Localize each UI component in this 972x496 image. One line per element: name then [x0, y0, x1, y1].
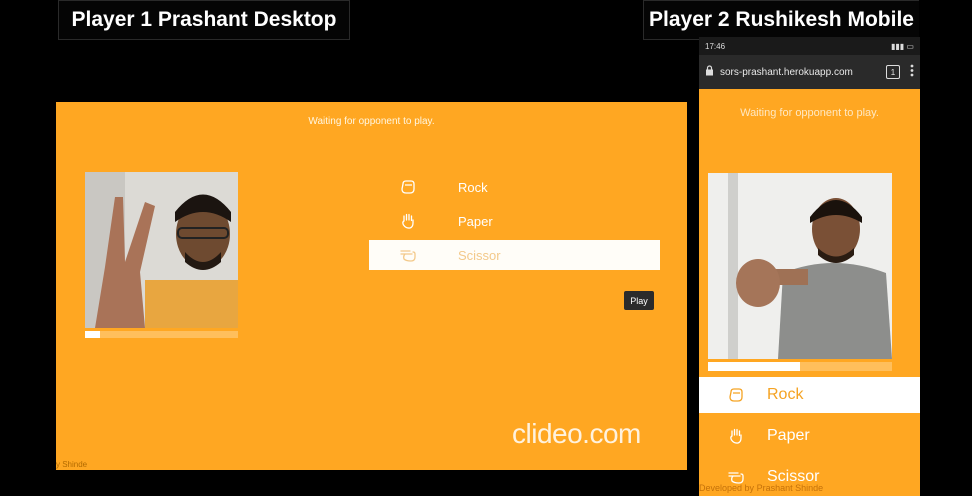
credit-prefix: Developed by: [699, 483, 755, 493]
scissor-hand-icon: [398, 247, 418, 263]
desktop-webcam-feed: [85, 172, 238, 328]
rock-hand-icon: [725, 386, 747, 404]
desktop-progress-fill: [85, 331, 101, 338]
mobile-webcam-feed: [708, 173, 892, 359]
paper-hand-icon: [725, 427, 747, 445]
mobile-status-text: Waiting for opponent to play.: [740, 107, 879, 119]
desktop-choice-rock[interactable]: Rock: [369, 172, 660, 202]
desktop-choice-scissor[interactable]: Scissor: [369, 240, 660, 270]
mobile-choice-label: Rock: [767, 386, 804, 403]
desktop-progress-bar: [85, 331, 238, 338]
desktop-choice-list: Rock Paper Scissor: [369, 172, 660, 274]
desktop-game-panel: Waiting for opponent to play. Rock Paper S…: [56, 102, 687, 470]
lock-icon: [705, 65, 714, 79]
play-button[interactable]: Play: [624, 291, 654, 310]
rock-hand-icon: [398, 179, 418, 195]
desktop-status-text: Waiting for opponent to play.: [308, 116, 435, 127]
mobile-developer-credit: Developed by Prashant Shinde: [699, 483, 823, 493]
credit-name[interactable]: Prashant Shinde: [757, 483, 824, 493]
paper-hand-icon: [398, 213, 418, 229]
player1-label: Player 1 Prashant Desktop: [58, 0, 350, 40]
desktop-choice-label: Paper: [458, 213, 493, 229]
desktop-choice-label: Rock: [458, 179, 488, 195]
mobile-progress-bar: [708, 362, 892, 371]
mobile-progress-fill: [708, 362, 800, 371]
mobile-clock: 17:46: [705, 41, 726, 51]
mobile-url-text[interactable]: sors-prashant.herokuapp.com: [720, 67, 886, 78]
mobile-game-panel: 17:46 ▮▮▮ ▭ sors-prashant.herokuapp.com …: [699, 37, 920, 496]
clideo-watermark: clideo.com: [512, 418, 641, 449]
mobile-choice-rock[interactable]: Rock: [699, 377, 920, 413]
desktop-developer-credit: y Shinde: [56, 460, 88, 469]
mobile-status-bar: 17:46 ▮▮▮ ▭: [699, 37, 920, 55]
tab-count-button[interactable]: 1: [886, 65, 900, 79]
desktop-choice-paper[interactable]: Paper: [369, 206, 660, 236]
desktop-choice-label: Scissor: [458, 247, 501, 263]
mobile-choice-list: Rock Paper Scissor: [699, 377, 920, 496]
mobile-choice-label: Paper: [767, 427, 810, 444]
player2-label: Player 2 Rushikesh Mobile: [643, 0, 919, 40]
signal-battery-icon: ▮▮▮ ▭: [891, 41, 914, 51]
mobile-address-bar[interactable]: sors-prashant.herokuapp.com 1: [699, 55, 920, 89]
mobile-choice-paper[interactable]: Paper: [699, 418, 920, 454]
more-options-icon[interactable]: [910, 64, 914, 80]
